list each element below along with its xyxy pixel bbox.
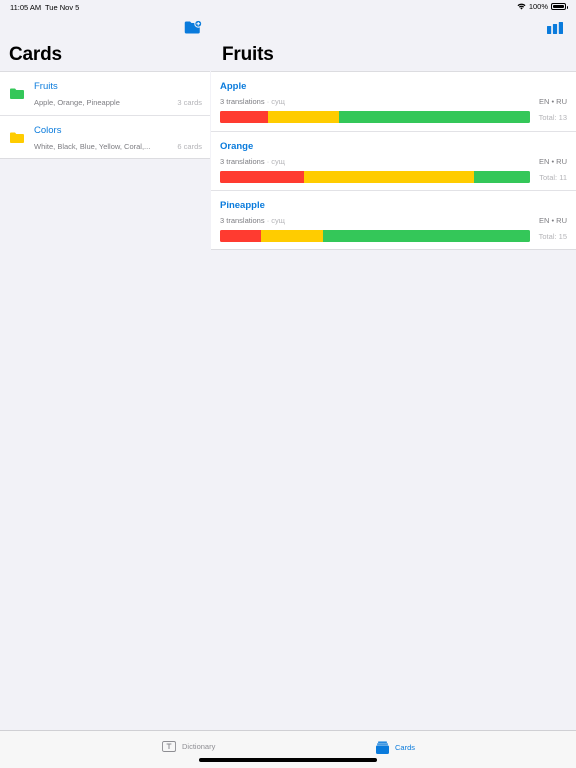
home-indicator	[199, 758, 377, 762]
card-total: Total: 11	[539, 173, 567, 182]
status-date: Tue Nov 5	[45, 3, 80, 12]
card-meta: 3 translations · сущ	[220, 97, 285, 106]
progress-segment-high	[339, 111, 530, 123]
battery-icon	[551, 3, 568, 10]
language-pair: EN • RU	[538, 97, 567, 106]
progress-bar	[220, 230, 530, 242]
progress-segment-low	[220, 171, 305, 183]
status-bar: 11:05 AM Tue Nov 5 100%	[0, 0, 576, 14]
deck-words: Apple, Orange, Pineapple	[34, 98, 120, 107]
deck-list: Fruits Apple, Orange, Pineapple 3 cards …	[0, 71, 210, 159]
status-time: 11:05 AM	[10, 3, 42, 12]
deck-name: Fruits	[34, 81, 58, 92]
card-word: Apple	[220, 81, 247, 92]
card-list: Apple 3 translations · сущ EN • RU Total…	[211, 71, 576, 250]
new-folder-button[interactable]	[184, 20, 202, 35]
card-total: Total: 15	[538, 232, 567, 241]
progress-segment-high	[323, 230, 530, 242]
card-meta: 3 translations · сущ	[220, 216, 285, 225]
tab-dictionary[interactable]: Dictionary	[162, 741, 215, 752]
translation-count: 3 translations	[220, 216, 265, 225]
deck-item-colors[interactable]: Colors White, Black, Blue, Yellow, Coral…	[0, 115, 210, 158]
deck-words: White, Black, Blue, Yellow, Coral,...	[34, 142, 151, 151]
status-indicators: 100%	[517, 2, 568, 11]
folder-icon	[10, 88, 24, 99]
card-total: Total: 13	[538, 113, 567, 122]
progress-segment-mid	[304, 171, 475, 183]
tab-label: Dictionary	[182, 742, 216, 751]
tab-cards[interactable]: Cards	[376, 741, 415, 754]
card-word: Pineapple	[220, 200, 265, 211]
tab-label: Cards	[395, 743, 416, 752]
page-title: Fruits	[222, 44, 274, 65]
progress-segment-low	[220, 230, 262, 242]
battery-percent: 100%	[528, 2, 548, 11]
progress-segment-low	[220, 111, 269, 123]
progress-segment-mid	[268, 111, 340, 123]
progress-segment-high	[474, 171, 530, 183]
progress-bar	[220, 171, 530, 183]
deck-name: Colors	[34, 125, 62, 136]
deck-item-fruits[interactable]: Fruits Apple, Orange, Pineapple 3 cards	[0, 72, 210, 115]
cards-icon	[376, 741, 389, 754]
card-item-orange[interactable]: Orange 3 translations · сущ EN • RU Tota…	[211, 131, 576, 190]
tab-bar: Dictionary Cards	[0, 730, 576, 768]
sidebar-title: Cards	[9, 44, 62, 65]
card-word: Orange	[220, 141, 254, 152]
part-of-speech: сущ	[271, 157, 285, 166]
card-item-apple[interactable]: Apple 3 translations · сущ EN • RU Total…	[211, 72, 576, 131]
part-of-speech: сущ	[271, 216, 285, 225]
progress-bar	[220, 111, 530, 123]
part-of-speech: сущ	[271, 97, 285, 106]
wifi-icon	[517, 3, 526, 10]
language-pair: EN • RU	[538, 157, 567, 166]
deck-count: 3 cards	[177, 98, 202, 107]
folder-icon	[10, 132, 24, 143]
translation-count: 3 translations	[220, 97, 265, 106]
translation-count: 3 translations	[220, 157, 265, 166]
card-item-pineapple[interactable]: Pineapple 3 translations · сущ EN • RU T…	[211, 190, 576, 249]
chart-bars-icon[interactable]	[547, 22, 563, 34]
deck-count: 6 cards	[177, 142, 202, 151]
progress-segment-mid	[261, 230, 324, 242]
language-pair: EN • RU	[538, 216, 567, 225]
card-meta: 3 translations · сущ	[220, 157, 285, 166]
dictionary-icon	[162, 741, 176, 752]
